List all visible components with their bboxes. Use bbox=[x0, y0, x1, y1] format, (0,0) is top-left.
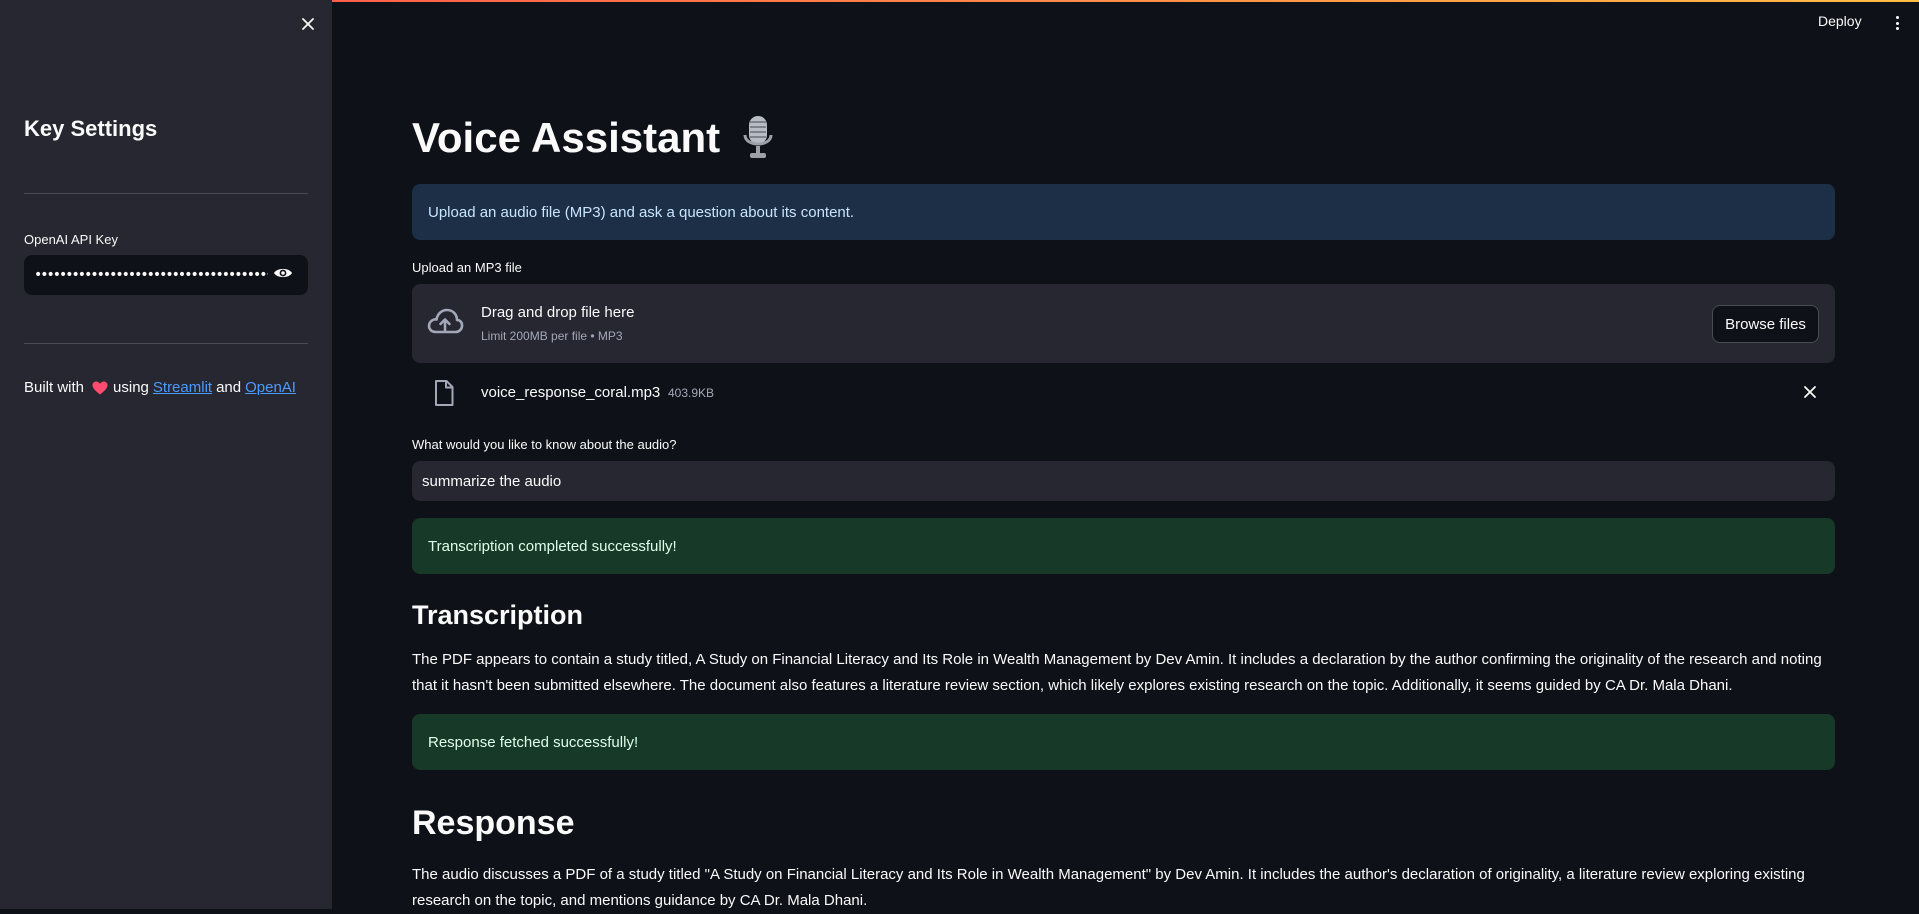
response-success-message: Response fetched successfully! bbox=[412, 714, 1835, 770]
close-sidebar-button[interactable] bbox=[296, 14, 320, 38]
toggle-visibility-button[interactable] bbox=[268, 260, 298, 290]
api-key-field bbox=[24, 255, 308, 295]
response-text: The audio discusses a PDF of a study tit… bbox=[412, 866, 1805, 909]
sidebar-title: Key Settings bbox=[24, 116, 158, 141]
more-vertical-icon bbox=[1895, 16, 1899, 19]
dropzone-title: Drag and drop file here bbox=[481, 304, 635, 321]
uploaded-file-size: 403.9KB bbox=[668, 386, 715, 400]
file-dropzone[interactable]: Drag and drop file here Limit 200MB per … bbox=[412, 284, 1835, 363]
eye-icon bbox=[273, 266, 293, 285]
question-label: What would you like to know about the au… bbox=[412, 437, 677, 452]
browse-files-button[interactable]: Browse files bbox=[1712, 305, 1819, 343]
openai-link[interactable]: OpenAI bbox=[245, 379, 296, 396]
heart-icon bbox=[92, 381, 108, 395]
api-key-input[interactable] bbox=[34, 267, 268, 283]
cloud-upload-icon bbox=[426, 306, 464, 343]
remove-file-button[interactable] bbox=[1798, 382, 1822, 406]
menu-dot bbox=[1895, 27, 1899, 30]
transcription-success-message: Transcription completed successfully! bbox=[412, 518, 1835, 574]
microphone-icon bbox=[742, 115, 774, 161]
response-heading: Response bbox=[412, 804, 575, 842]
built-with-footer: Built with using Streamlit and OpenAI bbox=[24, 379, 296, 396]
using-text: using bbox=[113, 379, 149, 396]
close-icon bbox=[1803, 385, 1817, 404]
file-icon bbox=[434, 380, 454, 411]
main-menu-button[interactable] bbox=[1890, 13, 1904, 33]
menu-dot bbox=[1895, 21, 1899, 25]
uploaded-file-name: voice_response_coral.mp3 bbox=[481, 384, 661, 401]
upload-label: Upload an MP3 file bbox=[412, 260, 522, 275]
transcription-text: The PDF appears to contain a study title… bbox=[412, 651, 1822, 694]
page-title-text: Voice Assistant bbox=[412, 114, 721, 161]
sidebar-divider bbox=[24, 193, 308, 194]
and-text: and bbox=[216, 379, 242, 396]
deploy-button[interactable]: Deploy bbox=[1818, 13, 1862, 29]
transcription-heading: Transcription bbox=[412, 600, 584, 630]
info-message: Upload an audio file (MP3) and ask a que… bbox=[412, 184, 1835, 240]
close-icon bbox=[301, 17, 315, 36]
page-title: Voice Assistant bbox=[412, 114, 774, 162]
sidebar: Key Settings OpenAI API Key Built with u… bbox=[0, 0, 332, 909]
sidebar-divider bbox=[24, 343, 308, 344]
dropzone-subtitle: Limit 200MB per file • MP3 bbox=[481, 329, 623, 343]
uploaded-file-row: voice_response_coral.mp3 403.9KB bbox=[412, 376, 1835, 412]
built-with-text: Built with bbox=[24, 379, 85, 396]
api-key-label: OpenAI API Key bbox=[24, 232, 118, 247]
question-input[interactable] bbox=[412, 461, 1835, 501]
streamlit-link[interactable]: Streamlit bbox=[153, 379, 212, 396]
